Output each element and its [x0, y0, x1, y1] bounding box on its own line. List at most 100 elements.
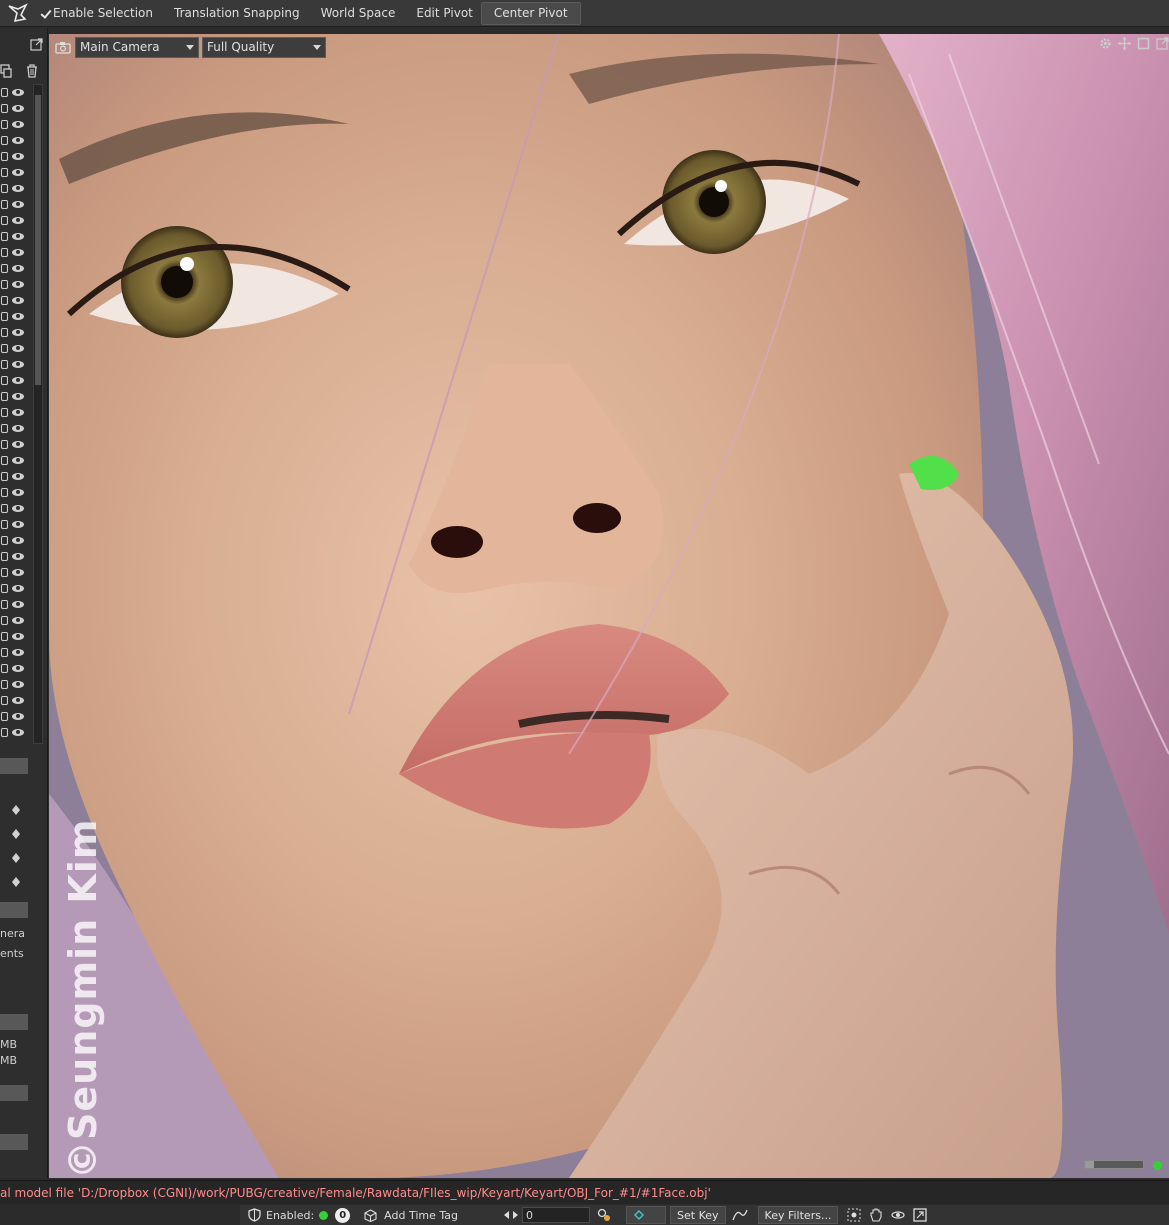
edit-pivot-checkbox[interactable]	[403, 8, 414, 19]
visibility-eye-icon[interactable]	[12, 600, 24, 608]
lock-icon[interactable]	[1, 135, 8, 145]
visibility-eye-icon[interactable]	[12, 712, 24, 720]
layer-row[interactable]	[0, 708, 32, 724]
translation-snapping-checkbox[interactable]	[161, 8, 172, 19]
layer-row[interactable]	[0, 628, 32, 644]
spinner-icon[interactable]	[10, 848, 22, 866]
layer-row[interactable]	[0, 100, 32, 116]
visibility-eye-icon[interactable]	[12, 328, 24, 336]
lock-icon[interactable]	[1, 663, 8, 673]
popout-icon[interactable]	[30, 38, 43, 54]
lock-icon[interactable]	[1, 471, 8, 481]
lasso-select-icon[interactable]	[0, 0, 36, 27]
key-filters-button[interactable]: Key Filters...	[757, 1206, 839, 1224]
time-slider-icon[interactable]	[503, 1207, 519, 1223]
camera-select[interactable]: Main Camera	[75, 36, 199, 58]
layer-row[interactable]	[0, 644, 32, 660]
key-filter-curve-icon[interactable]	[731, 1207, 748, 1223]
maximize-icon[interactable]	[1137, 37, 1150, 50]
visibility-eye-icon[interactable]	[12, 568, 24, 576]
layer-row[interactable]	[0, 372, 32, 388]
trash-icon[interactable]	[25, 63, 39, 81]
translation-snapping-toggle[interactable]: Translation Snapping	[157, 0, 304, 27]
edit-pivot-toggle[interactable]: Edit Pivot	[399, 0, 477, 27]
lock-icon[interactable]	[1, 615, 8, 625]
layer-row[interactable]	[0, 164, 32, 180]
lock-icon[interactable]	[1, 199, 8, 209]
layer-row[interactable]	[0, 596, 32, 612]
visibility-eye-icon[interactable]	[12, 184, 24, 192]
visibility-eye-icon[interactable]	[12, 136, 24, 144]
lock-icon[interactable]	[1, 327, 8, 337]
left-panel-section-bar[interactable]	[0, 1085, 28, 1101]
pan-hand-icon[interactable]	[868, 1207, 884, 1223]
lock-icon[interactable]	[1, 519, 8, 529]
visibility-eye-icon[interactable]	[12, 344, 24, 352]
lock-icon[interactable]	[1, 391, 8, 401]
visibility-eye-icon[interactable]	[12, 200, 24, 208]
layer-row[interactable]	[0, 116, 32, 132]
lock-icon[interactable]	[1, 247, 8, 257]
visibility-eye-icon[interactable]	[12, 456, 24, 464]
visibility-eye-icon[interactable]	[12, 616, 24, 624]
layer-row[interactable]	[0, 276, 32, 292]
layer-row[interactable]	[0, 484, 32, 500]
cube-icon[interactable]	[362, 1207, 378, 1223]
viewport[interactable]: ©Seungmin Kim	[49, 34, 1169, 1178]
visibility-eye-icon[interactable]	[12, 216, 24, 224]
layer-row[interactable]	[0, 228, 32, 244]
lock-icon[interactable]	[1, 567, 8, 577]
visibility-eye-icon[interactable]	[12, 408, 24, 416]
layer-row[interactable]	[0, 132, 32, 148]
layer-row[interactable]	[0, 692, 32, 708]
visibility-eye-icon[interactable]	[12, 536, 24, 544]
time-value-input[interactable]: 0	[522, 1207, 591, 1223]
enable-selection-checkbox[interactable]	[40, 8, 51, 19]
layer-row[interactable]	[0, 612, 32, 628]
visibility-eye-icon[interactable]	[12, 280, 24, 288]
left-panel-section-bar[interactable]	[0, 1134, 28, 1150]
lock-icon[interactable]	[1, 311, 8, 321]
key-mode-icon[interactable]	[596, 1207, 612, 1223]
lock-icon[interactable]	[1, 503, 8, 513]
center-pivot-button[interactable]: Center Pivot	[480, 1, 581, 25]
visibility-eye-icon[interactable]	[12, 472, 24, 480]
lock-icon[interactable]	[1, 487, 8, 497]
lock-icon[interactable]	[1, 87, 8, 97]
camera-icon[interactable]	[54, 38, 72, 56]
auto-key-button[interactable]	[626, 1206, 667, 1224]
lock-icon[interactable]	[1, 359, 8, 369]
layer-row[interactable]	[0, 436, 32, 452]
add-time-tag-button[interactable]: Add Time Tag	[384, 1205, 458, 1225]
layer-row[interactable]	[0, 548, 32, 564]
left-panel-section-bar[interactable]	[0, 1014, 28, 1030]
gear-icon[interactable]	[1099, 37, 1112, 50]
layer-row[interactable]	[0, 196, 32, 212]
visibility-eye-icon[interactable]	[12, 680, 24, 688]
visibility-eye-icon[interactable]	[12, 248, 24, 256]
visibility-eye-icon[interactable]	[12, 312, 24, 320]
layer-row[interactable]	[0, 292, 32, 308]
layer-row[interactable]	[0, 356, 32, 372]
left-panel-section-bar[interactable]	[0, 902, 28, 918]
layer-row[interactable]	[0, 532, 32, 548]
visibility-eye-icon[interactable]	[12, 424, 24, 432]
visibility-eye-icon[interactable]	[12, 104, 24, 112]
zoom-extents-icon[interactable]	[846, 1207, 862, 1223]
left-panel-section-bar[interactable]	[0, 758, 28, 774]
layer-row[interactable]	[0, 516, 32, 532]
lock-icon[interactable]	[1, 711, 8, 721]
quality-select[interactable]: Full Quality	[202, 36, 326, 58]
lock-icon[interactable]	[1, 103, 8, 113]
world-space-checkbox[interactable]	[308, 8, 319, 19]
lock-icon[interactable]	[1, 695, 8, 705]
lock-icon[interactable]	[1, 119, 8, 129]
lock-icon[interactable]	[1, 231, 8, 241]
lock-icon[interactable]	[1, 727, 8, 737]
lock-icon[interactable]	[1, 455, 8, 465]
layer-row[interactable]	[0, 324, 32, 340]
layer-row[interactable]	[0, 260, 32, 276]
lock-icon[interactable]	[1, 151, 8, 161]
popout-icon[interactable]	[1156, 37, 1169, 50]
layer-row[interactable]	[0, 388, 32, 404]
